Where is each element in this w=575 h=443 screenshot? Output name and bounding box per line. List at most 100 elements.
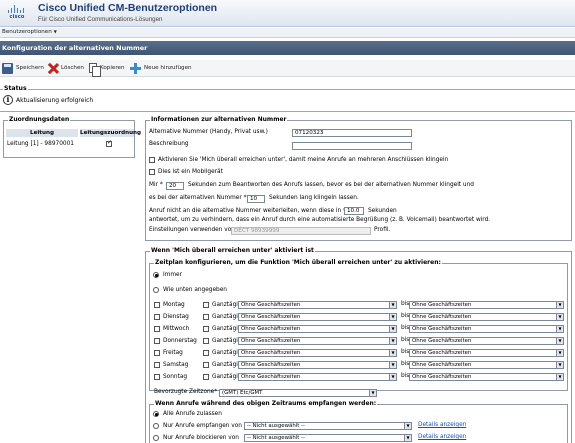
chevron-down-icon: ▼ bbox=[389, 314, 396, 320]
start-time-select[interactable]: Ohne Geschäftszeiten ▼ bbox=[238, 337, 397, 345]
chevron-down-icon: ▼ bbox=[556, 374, 563, 380]
chevron-down-icon: ▼ bbox=[389, 374, 396, 380]
all-day-checkbox[interactable] bbox=[203, 362, 209, 368]
enable-mobile-connect-checkbox[interactable] bbox=[149, 157, 155, 163]
app-title: Cisco Unified CM-Benutzeroptionen bbox=[38, 2, 218, 14]
column-header-line: Leitung bbox=[6, 129, 78, 137]
page-title: Konfiguration der alternativen Nummer bbox=[2, 44, 148, 52]
profile-label: Einstellungen verwenden vom * bbox=[149, 227, 242, 233]
cisco-logo: cisco bbox=[6, 4, 28, 22]
association-fieldset: Zuordnungsdaten Leitung Leitungszuordnun… bbox=[3, 116, 141, 158]
menu-bar: Benutzeroptionen ▼ bbox=[0, 28, 575, 38]
chevron-down-icon: ▼ bbox=[556, 326, 563, 332]
line-association-checkbox[interactable] bbox=[106, 139, 112, 147]
app-subtitle: Für Cisco Unified Communications-Lösunge… bbox=[38, 16, 163, 23]
save-button[interactable]: Speichern bbox=[2, 62, 44, 74]
start-time-select[interactable]: Ohne Geschäftszeiten ▼ bbox=[238, 313, 397, 321]
profile-select[interactable]: DECT 98939999 bbox=[231, 227, 371, 235]
day-checkbox[interactable] bbox=[154, 350, 160, 356]
page-title-bar: Konfiguration der alternativen Nummer bbox=[0, 41, 575, 55]
end-time-select[interactable]: Ohne Geschäftszeiten ▼ bbox=[409, 361, 564, 369]
all-day-checkbox[interactable] bbox=[203, 326, 209, 332]
status-legend: Status bbox=[3, 85, 28, 92]
day-checkbox[interactable] bbox=[154, 326, 160, 332]
block-from-select[interactable]: -- Nicht ausgewählt -- ▼ bbox=[244, 434, 412, 442]
chevron-down-icon: ▼ bbox=[556, 338, 563, 344]
chevron-down-icon: ▼ bbox=[389, 326, 396, 332]
chevron-down-icon: ▼ bbox=[389, 338, 396, 344]
end-time-select[interactable]: Ohne Geschäftszeiten ▼ bbox=[409, 349, 564, 357]
forward-time-input[interactable]: 10.0 bbox=[344, 207, 364, 215]
start-time-select[interactable]: Ohne Geschäftszeiten ▼ bbox=[238, 373, 397, 381]
start-time-select[interactable]: Ohne Geschäftszeiten ▼ bbox=[238, 301, 397, 309]
add-icon bbox=[130, 62, 141, 74]
profile-suffix: Profil. bbox=[374, 227, 391, 233]
day-checkbox[interactable] bbox=[154, 374, 160, 380]
block-from-label: Nur Anrufe blockieren von bbox=[163, 435, 239, 441]
schedule-always-label: Immer bbox=[163, 272, 182, 278]
menu-benutzeroptionen[interactable]: Benutzeroptionen ▼ bbox=[2, 29, 57, 35]
schedule-always-radio[interactable] bbox=[153, 272, 159, 278]
day-label: Donnerstag bbox=[163, 338, 197, 344]
alternate-number-legend: Informationen zur alternativen Nummer bbox=[150, 116, 288, 123]
status-divider bbox=[0, 89, 575, 90]
day-checkbox[interactable] bbox=[154, 302, 160, 308]
alt-number-input[interactable]: 07120323 bbox=[292, 129, 412, 137]
all-day-checkbox[interactable] bbox=[203, 338, 209, 344]
day-label: Montag bbox=[163, 302, 185, 308]
end-time-select[interactable]: Ohne Geschäftszeiten ▼ bbox=[409, 301, 564, 309]
day-checkbox[interactable] bbox=[154, 338, 160, 344]
schedule-fieldset: Zeitplan konfigurieren, um die Funktion … bbox=[149, 259, 568, 397]
day-label: Mittwoch bbox=[163, 326, 190, 332]
only-from-radio[interactable] bbox=[153, 423, 159, 429]
ring-time-text: Sekunden lang klingeln lassen. bbox=[269, 195, 359, 201]
chevron-down-icon: ▼ bbox=[556, 350, 563, 356]
copy-icon bbox=[89, 63, 101, 77]
end-time-select[interactable]: Ohne Geschäftszeiten ▼ bbox=[409, 337, 564, 345]
allow-all-label: Alle Anrufe zulassen bbox=[163, 411, 222, 417]
start-time-select[interactable]: Ohne Geschäftszeiten ▼ bbox=[238, 361, 397, 369]
day-checkbox[interactable] bbox=[154, 362, 160, 368]
mobile-device-label: Dies ist ein Mobilgerät bbox=[158, 169, 223, 175]
association-legend: Zuordnungsdaten bbox=[8, 116, 71, 123]
end-time-select[interactable]: Ohne Geschäftszeiten ▼ bbox=[409, 373, 564, 381]
forward-unit: Sekunden bbox=[368, 208, 397, 214]
end-time-select[interactable]: Ohne Geschäftszeiten ▼ bbox=[409, 325, 564, 333]
delete-button[interactable]: Löschen bbox=[47, 62, 84, 74]
start-time-select[interactable]: Ohne Geschäftszeiten ▼ bbox=[238, 349, 397, 357]
add-new-button[interactable]: Neue hinzufügen bbox=[130, 62, 192, 74]
description-input[interactable] bbox=[292, 142, 412, 150]
start-time-select[interactable]: Ohne Geschäftszeiten ▼ bbox=[238, 325, 397, 333]
all-day-checkbox[interactable] bbox=[203, 350, 209, 356]
delete-icon bbox=[47, 63, 58, 74]
answer-time-label: Mir * bbox=[149, 182, 163, 188]
chevron-down-icon: ▼ bbox=[389, 362, 396, 368]
day-label: Freitag bbox=[163, 350, 183, 356]
description-label: Beschreibung bbox=[149, 141, 189, 147]
line-cell: Leitung [1] - 98970001 bbox=[7, 141, 74, 147]
enable-mobile-connect-label: Aktivieren Sie 'Mich überall erreichen u… bbox=[158, 157, 449, 163]
block-from-radio[interactable] bbox=[153, 435, 159, 441]
ring-time-input[interactable]: 10 bbox=[247, 195, 265, 203]
chevron-down-icon: ▼ bbox=[404, 423, 411, 429]
reach-me-legend: Wenn 'Mich überall erreichen unter' akti… bbox=[150, 247, 315, 254]
only-from-label: Nur Anrufe empfangen von bbox=[163, 423, 242, 429]
only-from-select[interactable]: -- Nicht ausgewählt -- ▼ bbox=[244, 422, 412, 430]
day-checkbox[interactable] bbox=[154, 314, 160, 320]
only-from-details-link[interactable]: Details anzeigen bbox=[418, 422, 466, 428]
chevron-down-icon: ▼ bbox=[53, 29, 57, 34]
allow-all-radio[interactable] bbox=[153, 411, 159, 417]
all-day-checkbox[interactable] bbox=[203, 302, 209, 308]
copy-button[interactable]: Kopieren bbox=[89, 62, 125, 77]
chevron-down-icon: ▼ bbox=[556, 314, 563, 320]
all-day-checkbox[interactable] bbox=[203, 314, 209, 320]
end-time-select[interactable]: Ohne Geschäftszeiten ▼ bbox=[409, 313, 564, 321]
answer-time-input[interactable]: 20 bbox=[166, 182, 184, 190]
block-from-details-link[interactable]: Details anzeigen bbox=[418, 434, 466, 440]
answer-time-text: Sekunden zum Beantworten des Anrufs lass… bbox=[188, 182, 474, 188]
all-day-checkbox[interactable] bbox=[203, 374, 209, 380]
info-icon: i bbox=[3, 95, 13, 105]
mobile-device-checkbox[interactable] bbox=[149, 169, 155, 175]
schedule-custom-radio[interactable] bbox=[153, 287, 159, 293]
timezone-select[interactable]: (GMT) Etc/GMT ▼ bbox=[219, 389, 377, 397]
